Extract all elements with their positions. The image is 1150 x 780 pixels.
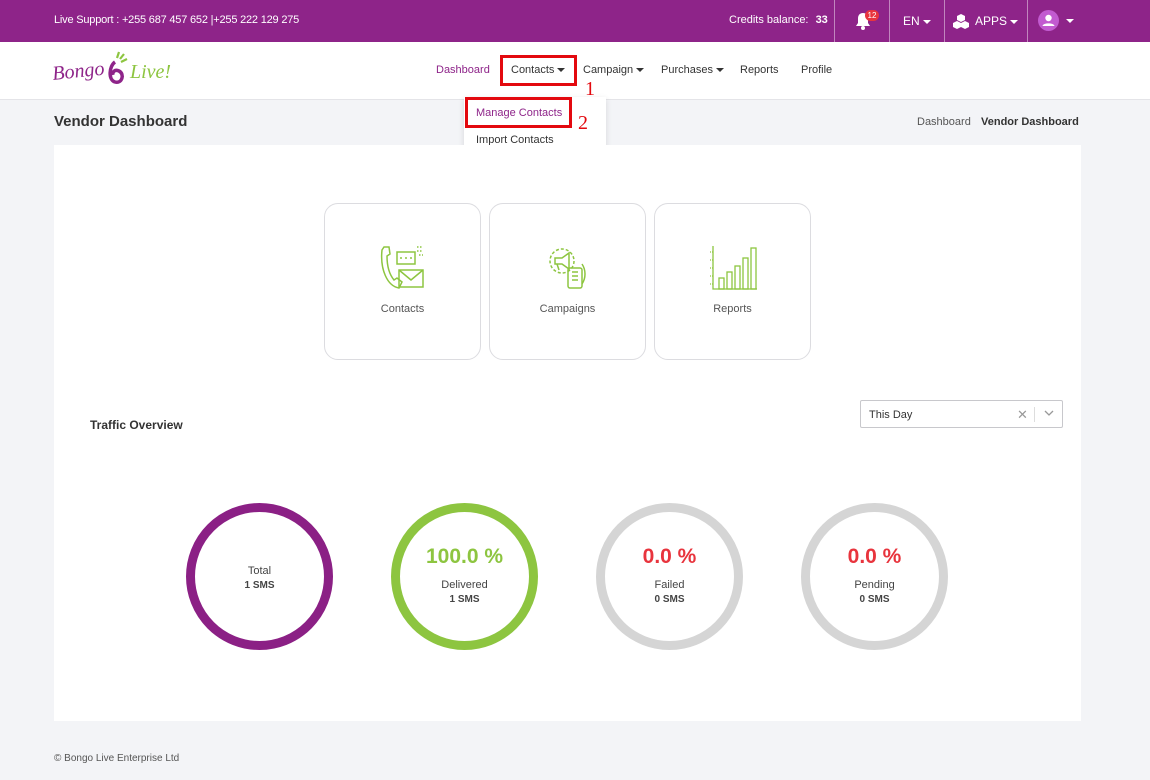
stat-ring-delivered: 100.0 % Delivered 1 SMS — [391, 503, 538, 650]
caret-down-icon — [636, 68, 645, 73]
apps-icon[interactable] — [953, 13, 969, 29]
stat-label: Failed — [654, 579, 685, 591]
page-title: Vendor Dashboard — [54, 113, 188, 130]
period-select-value: This Day — [869, 409, 913, 421]
stat-label: Pending — [854, 579, 895, 591]
campaigns-icon — [549, 248, 586, 289]
clear-icon[interactable]: ✕ — [1017, 407, 1028, 423]
nav-campaign-label: Campaign — [583, 64, 634, 76]
bongo-live-logo[interactable]: Bongo Live! — [53, 50, 188, 92]
live-support-info: Live Support : +255 687 457 652 |+255 22… — [54, 14, 299, 26]
tile-campaigns[interactable]: Campaigns — [489, 203, 646, 360]
user-menu-caret-icon[interactable] — [1066, 19, 1074, 23]
breadcrumb-dashboard[interactable]: Dashboard — [917, 116, 971, 128]
breadcrumb-current: Vendor Dashboard — [981, 116, 1079, 128]
credits-value: 33 — [815, 14, 828, 26]
stat-percent: 0.0 % — [642, 545, 697, 568]
stat-percent: 0.0 % — [847, 545, 902, 568]
notification-count-badge: 12 — [865, 10, 879, 21]
divider — [944, 0, 945, 42]
top-bar: Live Support : +255 687 457 652 |+255 22… — [0, 0, 1150, 42]
caret-down-icon — [922, 19, 931, 24]
tile-reports-label: Reports — [713, 303, 752, 315]
apps-menu[interactable]: APPS — [975, 14, 1019, 28]
stat-ring-total: Total 1 SMS — [186, 503, 333, 650]
annotation-highlight-contacts — [500, 55, 577, 86]
nav-reports[interactable]: Reports — [740, 64, 779, 76]
tile-reports[interactable]: Reports — [654, 203, 811, 360]
stat-sms-count: 0 SMS — [654, 594, 685, 605]
language-selector[interactable]: EN — [903, 14, 931, 28]
user-avatar[interactable] — [1038, 10, 1059, 31]
nav-purchases[interactable]: Purchases — [661, 64, 724, 76]
live-support-label: Live Support — [54, 14, 114, 26]
annotation-step-2: 2 — [578, 112, 588, 134]
divider — [889, 0, 890, 42]
annotation-highlight-manage-contacts — [465, 97, 572, 128]
stat-label: Delivered — [441, 579, 488, 591]
tile-contacts[interactable]: Contacts — [324, 203, 481, 360]
logo-text-bongo: Bongo — [53, 58, 105, 85]
nav-purchases-label: Purchases — [661, 64, 713, 76]
nav-dashboard[interactable]: Dashboard — [436, 64, 490, 76]
stat-ring-failed: 0.0 % Failed 0 SMS — [596, 503, 743, 650]
logo-text-live: Live! — [129, 61, 171, 83]
user-icon — [1042, 14, 1055, 26]
nav-profile[interactable]: Profile — [801, 64, 832, 76]
tile-campaigns-label: Campaigns — [539, 303, 596, 315]
stat-sms-count: 0 SMS — [859, 594, 890, 605]
reports-icon — [710, 246, 757, 290]
live-support-numbers: : +255 687 457 652 |+255 222 129 275 — [116, 14, 300, 26]
divider — [834, 0, 835, 42]
dashboard-card: Contacts Campaigns Reports Traffic Overv… — [54, 145, 1081, 721]
credits-balance: Credits balance: 33 — [729, 14, 828, 26]
stat-percent: 100.0 % — [425, 545, 504, 568]
stat-label: Total — [247, 565, 272, 577]
nav-campaign[interactable]: Campaign — [583, 64, 645, 76]
footer-copyright: © Bongo Live Enterprise Ltd — [54, 753, 180, 764]
apps-label: APPS — [975, 14, 1008, 28]
stat-sms-count: 1 SMS — [449, 594, 480, 605]
caret-down-icon — [715, 68, 724, 73]
stat-sms-count: 1 SMS — [244, 580, 275, 591]
traffic-overview-title: Traffic Overview — [90, 418, 183, 432]
tile-contacts-label: Contacts — [380, 303, 425, 315]
contacts-icon — [380, 246, 424, 289]
period-select[interactable]: This Day ✕ — [860, 400, 1063, 428]
chevron-down-icon[interactable] — [1044, 408, 1054, 418]
divider — [1027, 0, 1028, 42]
language-label: EN — [903, 14, 920, 28]
caret-down-icon — [1010, 19, 1019, 24]
divider — [1034, 407, 1035, 422]
credits-label: Credits balance: — [729, 14, 809, 26]
stat-ring-pending: 0.0 % Pending 0 SMS — [801, 503, 948, 650]
